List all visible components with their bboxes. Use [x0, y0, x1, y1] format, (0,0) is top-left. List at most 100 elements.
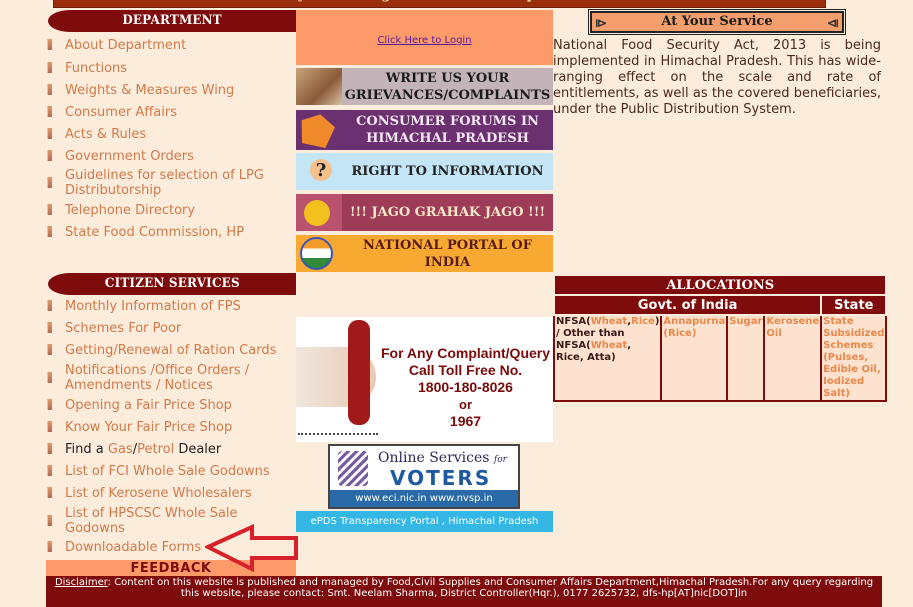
- rice-link[interactable]: Rice: [631, 316, 655, 327]
- voters-line1-text: Online Services: [378, 450, 490, 466]
- menu-kerosene-wholesalers[interactable]: List of Kerosene Wholesalers: [45, 486, 295, 506]
- national-portal-banner[interactable]: NATIONAL PORTAL OF INDIA: [296, 235, 553, 272]
- bullet-icon: [47, 322, 52, 333]
- header-tagline: Gateway for Getting Services of the Depa…: [245, 0, 595, 3]
- rti-banner-text: RIGHT TO INFORMATION: [351, 164, 544, 179]
- citizen-services-menu: Monthly Information of FPS Schemes For P…: [45, 299, 295, 560]
- login-link[interactable]: Click Here to Login: [377, 35, 471, 46]
- jago-grahak-banner-text: !!! JAGO GRAHAK JAGO !!!: [349, 205, 546, 220]
- bullet-icon: [47, 177, 52, 188]
- voters-line2: VOTERS: [390, 466, 492, 490]
- menu-know-fair-price-shop[interactable]: Know Your Fair Price Shop: [45, 420, 295, 442]
- petrol-dealer-link[interactable]: Petrol: [137, 442, 174, 457]
- menu-label[interactable]: Government Orders: [65, 149, 194, 164]
- national-portal-emblem-icon: [296, 235, 342, 272]
- menu-schemes-for-poor[interactable]: Schemes For Poor: [45, 321, 295, 343]
- ornament-right-icon: ⧏: [827, 16, 839, 30]
- department-menu: About Department Functions Weights & Mea…: [45, 38, 295, 247]
- find-dealer-prefix: Find a: [65, 442, 108, 457]
- menu-acts-rules[interactable]: Acts & Rules: [45, 127, 295, 149]
- voters-line1: Online Services for: [378, 450, 507, 466]
- at-your-service-title: At Your Service: [661, 14, 773, 29]
- menu-label[interactable]: Downloadable Forms: [65, 540, 201, 555]
- menu-label[interactable]: Schemes For Poor: [65, 321, 181, 336]
- allocations-table: ALLOCATIONS Govt. of India State NFSA(Whe…: [552, 274, 888, 402]
- allocations-title: ALLOCATIONS: [552, 274, 888, 296]
- menu-ration-cards[interactable]: Getting/Renewal of Ration Cards: [45, 343, 295, 363]
- wheat-other-link[interactable]: Wheat: [591, 340, 627, 351]
- menu-label[interactable]: Functions: [65, 61, 127, 76]
- voting-machine-icon: [338, 451, 368, 486]
- consumer-forums-banner[interactable]: CONSUMER FORUMS IN HIMACHAL PRADESH: [296, 110, 553, 150]
- bullet-icon: [47, 465, 52, 476]
- voters-for-text: for: [493, 455, 507, 465]
- toll-free-line2: Call Toll Free No.: [408, 362, 523, 378]
- menu-label[interactable]: Acts & Rules: [65, 127, 146, 142]
- citizen-services-heading: CITIZEN SERVICES: [48, 273, 296, 295]
- jago-grahak-logo-icon: [296, 194, 342, 231]
- menu-find-dealer: Find a Gas/Petrol Dealer: [45, 442, 295, 464]
- menu-consumer-affairs[interactable]: Consumer Affairs: [45, 105, 295, 127]
- menu-label[interactable]: Monthly Information of FPS: [65, 299, 241, 314]
- state-header: State: [820, 294, 888, 316]
- menu-label[interactable]: List of FCI Whole Sale Godowns: [65, 464, 270, 479]
- ornament-left-icon: ⧐: [595, 16, 607, 30]
- menu-label[interactable]: Getting/Renewal of Ration Cards: [65, 343, 276, 358]
- nfsa-text: NFSA(: [556, 316, 591, 327]
- toll-free-number: 1800-180-8026: [418, 379, 513, 395]
- phone-cord-icon: [298, 429, 378, 435]
- gas-dealer-link[interactable]: Gas: [108, 442, 133, 457]
- menu-telephone-directory[interactable]: Telephone Directory: [45, 203, 295, 225]
- menu-open-fair-price-shop[interactable]: Opening a Fair Price Shop: [45, 398, 295, 420]
- bullet-icon: [47, 541, 52, 552]
- menu-label[interactable]: Know Your Fair Price Shop: [65, 420, 232, 435]
- menu-lpg-guidelines[interactable]: Guidelines for selection of LPG Distribu…: [45, 168, 295, 203]
- menu-label[interactable]: Weights & Measures Wing: [65, 83, 234, 98]
- toll-free-text: For Any Complaint/Query Call Toll Free N…: [378, 345, 553, 430]
- menu-label[interactable]: Guidelines for selection of LPG Distribu…: [65, 168, 264, 198]
- telephone-receiver-icon: [348, 320, 370, 425]
- menu-state-food-commission[interactable]: State Food Commission, HP: [45, 225, 295, 247]
- bullet-icon: [47, 399, 52, 410]
- bullet-icon: [47, 300, 52, 311]
- voters-urls: www.eci.nic.in www.nvsp.in: [330, 490, 518, 507]
- wheat-link[interactable]: Wheat: [591, 316, 627, 327]
- menu-label[interactable]: List of Kerosene Wholesalers: [65, 486, 252, 501]
- menu-about-department[interactable]: About Department: [45, 38, 295, 61]
- nfsa-cell: NFSA(Wheat,Rice) / Other than NFSA(Wheat…: [552, 314, 663, 402]
- menu-government-orders[interactable]: Government Orders: [45, 149, 295, 168]
- menu-label[interactable]: State Food Commission, HP: [65, 225, 244, 240]
- online-services-voters-banner[interactable]: Online Services for VOTERS www.eci.nic.i…: [328, 444, 520, 509]
- annapurna-link[interactable]: Annapurna (Rice): [660, 314, 729, 402]
- menu-notifications[interactable]: Notifications /Office Orders / Amendment…: [45, 363, 295, 398]
- at-your-service-text: National Food Security Act, 2013 is bein…: [553, 38, 881, 117]
- citizen-services-title: CITIZEN SERVICES: [104, 276, 240, 291]
- state-schemes-link[interactable]: State Subsidized Schemes (Pulses, Edible…: [820, 314, 888, 402]
- grievances-banner[interactable]: WRITE US YOUR GRIEVANCES/COMPLAINTS: [296, 68, 553, 105]
- menu-weights-measures[interactable]: Weights & Measures Wing: [45, 83, 295, 105]
- sugar-link[interactable]: Sugar: [726, 314, 766, 402]
- rti-banner[interactable]: RIGHT TO INFORMATION: [296, 153, 553, 190]
- scales-of-justice-icon: [296, 110, 342, 150]
- menu-label[interactable]: Notifications /Office Orders / Amendment…: [65, 363, 249, 393]
- bullet-icon: [47, 150, 52, 161]
- menu-functions[interactable]: Functions: [45, 61, 295, 83]
- bullet-icon: [47, 226, 52, 237]
- national-portal-banner-text: NATIONAL PORTAL OF INDIA: [363, 237, 532, 270]
- menu-label[interactable]: About Department: [65, 38, 186, 53]
- bullet-icon: [47, 39, 52, 50]
- toll-free-complaint-banner[interactable]: For Any Complaint/Query Call Toll Free N…: [296, 317, 553, 442]
- epds-portal-link[interactable]: ePDS Transparency Portal , Himachal Prad…: [296, 511, 553, 532]
- menu-monthly-info-fps[interactable]: Monthly Information of FPS: [45, 299, 295, 321]
- bullet-icon: [47, 515, 52, 526]
- jago-grahak-banner[interactable]: !!! JAGO GRAHAK JAGO !!!: [296, 194, 553, 231]
- bullet-icon: [47, 84, 52, 95]
- menu-label[interactable]: Opening a Fair Price Shop: [65, 398, 232, 413]
- find-dealer-suffix: Dealer: [174, 442, 222, 457]
- menu-label[interactable]: Telephone Directory: [65, 203, 195, 218]
- kerosene-link[interactable]: Kerosene Oil: [763, 314, 823, 402]
- menu-fci-godowns[interactable]: List of FCI Whole Sale Godowns: [45, 464, 295, 486]
- menu-label[interactable]: Consumer Affairs: [65, 105, 177, 120]
- red-arrow-annotation-icon: [205, 524, 298, 572]
- disclaimer-label[interactable]: Disclaimer: [55, 577, 108, 588]
